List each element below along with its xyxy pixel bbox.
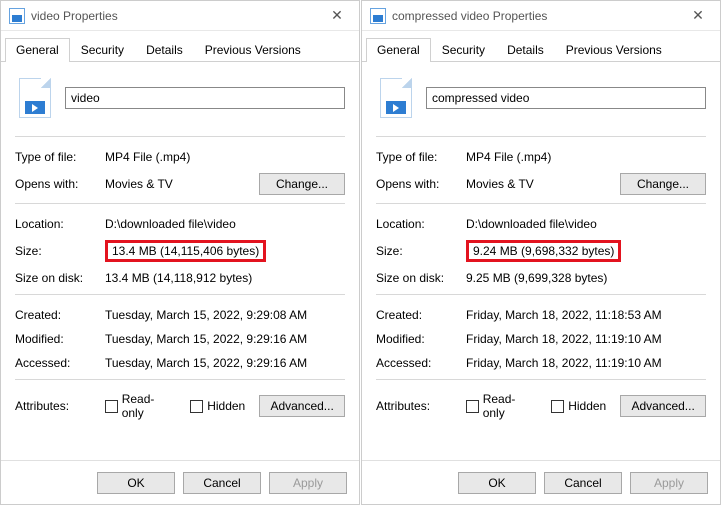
value-opens-with: Movies & TV — [466, 177, 620, 191]
label-size: Size: — [15, 244, 105, 258]
file-icon — [380, 78, 412, 118]
label-attributes: Attributes: — [15, 399, 105, 413]
label-location: Location: — [15, 217, 105, 231]
window-title: compressed video Properties — [392, 9, 547, 23]
value-opens-with: Movies & TV — [105, 177, 259, 191]
ok-button[interactable]: OK — [97, 472, 175, 494]
value-size: 13.4 MB (14,115,406 bytes) — [105, 240, 266, 262]
value-modified: Friday, March 18, 2022, 11:19:10 AM — [466, 332, 706, 346]
tab-details[interactable]: Details — [135, 38, 194, 62]
value-size-on-disk: 9.25 MB (9,699,328 bytes) — [466, 271, 706, 285]
hidden-checkbox[interactable] — [551, 400, 564, 413]
tab-body-general: Type of file: MP4 File (.mp4) Opens with… — [362, 62, 720, 460]
label-opens-with: Opens with: — [15, 177, 105, 191]
value-accessed: Friday, March 18, 2022, 11:19:10 AM — [466, 356, 706, 370]
tab-security[interactable]: Security — [431, 38, 496, 62]
value-type-of-file: MP4 File (.mp4) — [105, 150, 345, 164]
window-title: video Properties — [31, 9, 118, 23]
value-location: D:\downloaded file\video — [105, 217, 345, 231]
dialog-button-row: OK Cancel Apply — [1, 460, 359, 504]
file-icon — [19, 78, 51, 118]
hidden-checkbox[interactable] — [190, 400, 203, 413]
readonly-checkbox[interactable] — [105, 400, 118, 413]
label-opens-with: Opens with: — [376, 177, 466, 191]
label-type-of-file: Type of file: — [15, 150, 105, 164]
label-accessed: Accessed: — [376, 356, 466, 370]
value-type-of-file: MP4 File (.mp4) — [466, 150, 706, 164]
hidden-label: Hidden — [568, 399, 606, 413]
readonly-checkbox-group[interactable]: Read-only — [105, 392, 176, 420]
label-size-on-disk: Size on disk: — [376, 271, 466, 285]
value-location: D:\downloaded file\video — [466, 217, 706, 231]
label-created: Created: — [376, 308, 466, 322]
tab-body-general: Type of file: MP4 File (.mp4) Opens with… — [1, 62, 359, 460]
label-modified: Modified: — [15, 332, 105, 346]
label-location: Location: — [376, 217, 466, 231]
value-created: Tuesday, March 15, 2022, 9:29:08 AM — [105, 308, 345, 322]
app-icon — [370, 8, 386, 24]
label-accessed: Accessed: — [15, 356, 105, 370]
app-icon — [9, 8, 25, 24]
apply-button[interactable]: Apply — [630, 472, 708, 494]
apply-button[interactable]: Apply — [269, 472, 347, 494]
value-size: 9.24 MB (9,698,332 bytes) — [466, 240, 621, 262]
readonly-checkbox-group[interactable]: Read-only — [466, 392, 537, 420]
readonly-label: Read-only — [122, 392, 177, 420]
label-size-on-disk: Size on disk: — [15, 271, 105, 285]
label-size: Size: — [376, 244, 466, 258]
filename-input[interactable] — [65, 87, 345, 109]
value-accessed: Tuesday, March 15, 2022, 9:29:16 AM — [105, 356, 345, 370]
label-modified: Modified: — [376, 332, 466, 346]
properties-dialog-left: video Properties ✕ General Security Deta… — [0, 0, 360, 505]
advanced-button[interactable]: Advanced... — [620, 395, 706, 417]
hidden-checkbox-group[interactable]: Hidden — [190, 399, 245, 413]
titlebar: video Properties ✕ — [1, 1, 359, 31]
tab-details[interactable]: Details — [496, 38, 555, 62]
label-type-of-file: Type of file: — [376, 150, 466, 164]
close-button[interactable]: ✕ — [315, 1, 359, 30]
cancel-button[interactable]: Cancel — [544, 472, 622, 494]
tab-strip: General Security Details Previous Versio… — [362, 31, 720, 62]
value-modified: Tuesday, March 15, 2022, 9:29:16 AM — [105, 332, 345, 346]
ok-button[interactable]: OK — [458, 472, 536, 494]
hidden-label: Hidden — [207, 399, 245, 413]
close-button[interactable]: ✕ — [676, 1, 720, 30]
tab-strip: General Security Details Previous Versio… — [1, 31, 359, 62]
label-attributes: Attributes: — [376, 399, 466, 413]
readonly-checkbox[interactable] — [466, 400, 479, 413]
value-created: Friday, March 18, 2022, 11:18:53 AM — [466, 308, 706, 322]
tab-general[interactable]: General — [5, 38, 70, 62]
tab-previous-versions[interactable]: Previous Versions — [555, 38, 673, 62]
advanced-button[interactable]: Advanced... — [259, 395, 345, 417]
hidden-checkbox-group[interactable]: Hidden — [551, 399, 606, 413]
change-button[interactable]: Change... — [620, 173, 706, 195]
label-created: Created: — [15, 308, 105, 322]
dialog-button-row: OK Cancel Apply — [362, 460, 720, 504]
filename-input[interactable] — [426, 87, 706, 109]
cancel-button[interactable]: Cancel — [183, 472, 261, 494]
readonly-label: Read-only — [483, 392, 538, 420]
properties-dialog-right: compressed video Properties ✕ General Se… — [361, 0, 721, 505]
value-size-on-disk: 13.4 MB (14,118,912 bytes) — [105, 271, 345, 285]
change-button[interactable]: Change... — [259, 173, 345, 195]
tab-security[interactable]: Security — [70, 38, 135, 62]
tab-previous-versions[interactable]: Previous Versions — [194, 38, 312, 62]
titlebar: compressed video Properties ✕ — [362, 1, 720, 31]
tab-general[interactable]: General — [366, 38, 431, 62]
